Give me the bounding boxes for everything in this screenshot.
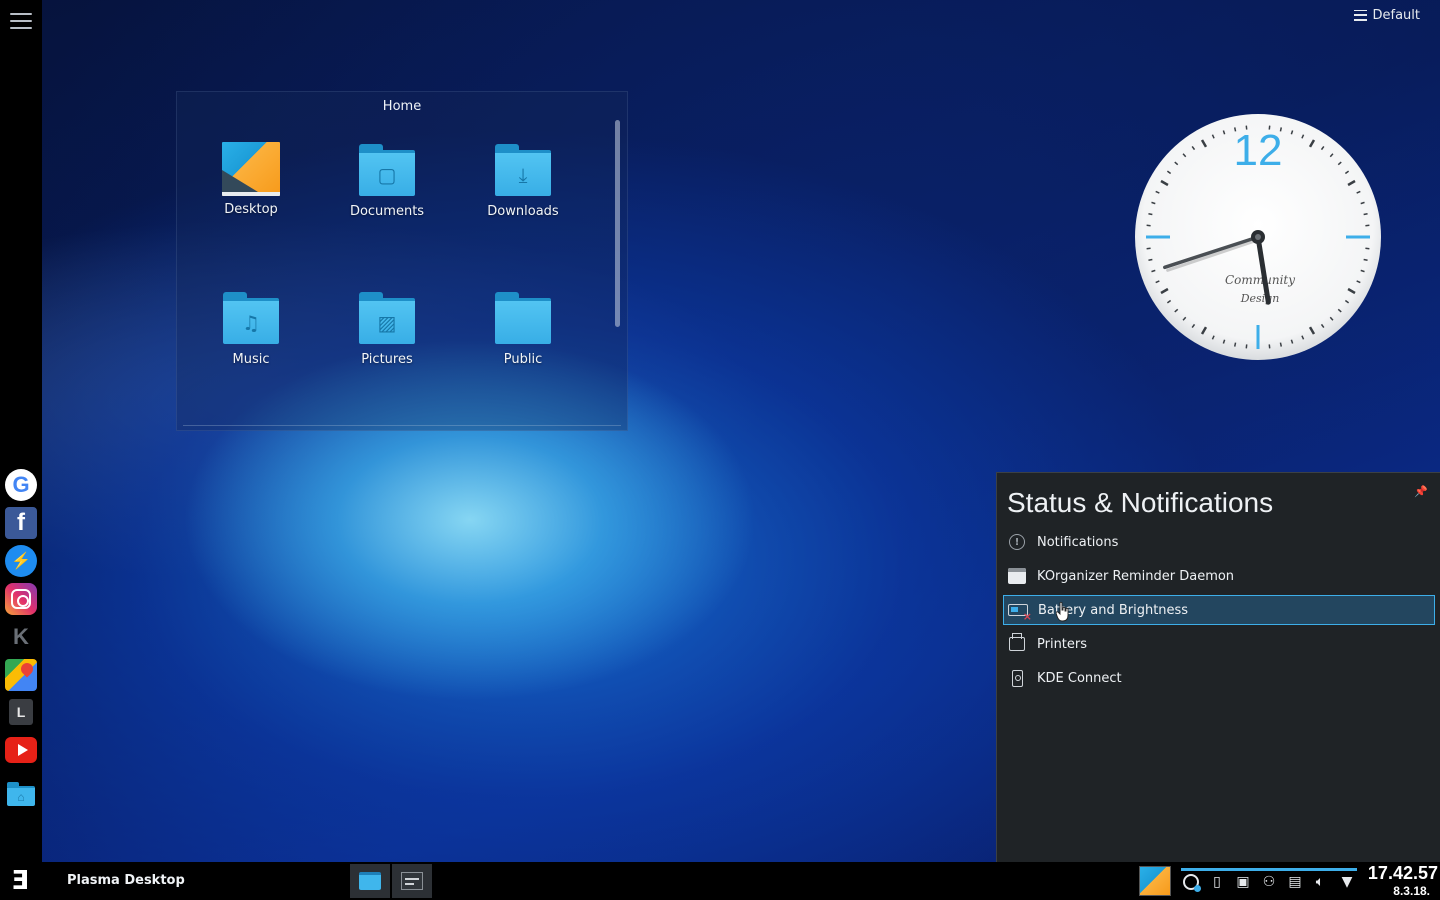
clipboard-icon[interactable]: ▤ [1286, 873, 1304, 891]
left-dock-panel: G f ⚡ K L ⌂ [0, 0, 42, 862]
kdeconnect-icon [1011, 669, 1023, 687]
folder-item-label: Pictures [361, 352, 413, 367]
bottom-panel: Ǝ Plasma Desktop ▯ ▣ ⚇ ▤ 🔈︎ ▼ 17.42.57 8… [0, 862, 1440, 900]
tray-active-indicator [1181, 868, 1357, 871]
window-title: Plasma Desktop [67, 873, 185, 888]
folder-view-title[interactable]: Home [177, 99, 627, 114]
home-folder-app-icon[interactable]: ⌂ [5, 777, 37, 809]
clock-twelve-numeral: 12 [1234, 126, 1283, 175]
status-item-label: Printers [1037, 636, 1088, 652]
volume-icon[interactable]: 🔈︎ [1311, 873, 1329, 891]
clock-tick [1279, 342, 1283, 347]
folder-item-label: Music [232, 352, 270, 367]
usb-icon[interactable]: ▯ [1208, 873, 1226, 891]
status-item-kdeconnect[interactable]: KDE Connect [1003, 663, 1435, 693]
task-dolphin-button[interactable] [350, 864, 390, 898]
digital-clock-time[interactable]: 17.42.57 [1368, 863, 1438, 884]
clock-tick [1148, 212, 1153, 216]
status-item-printers[interactable]: Printers [1003, 629, 1435, 659]
analog-clock-widget[interactable]: 12 Community Design [1134, 113, 1382, 361]
file-manager-icon [359, 872, 381, 890]
status-item-label: KOrganizer Reminder Daemon [1037, 568, 1235, 584]
system-settings-icon [401, 872, 423, 890]
status-item-label: Notifications [1037, 534, 1119, 550]
folder-item-pictures[interactable]: ▨ Pictures [327, 290, 447, 367]
clock-brand-line2: Design [1240, 292, 1280, 305]
folder-item-documents[interactable]: ▢ Documents [327, 142, 447, 219]
expand-tray-icon[interactable]: ▼ [1338, 873, 1356, 891]
messenger-app-icon[interactable]: ⚡ [5, 545, 37, 577]
folder-view-widget: Home Desktop ▢ Documents ⤓ Downloads ♫ M… [176, 91, 628, 431]
clock-tick [1363, 212, 1368, 216]
downloads-folder-icon: ⤓ [493, 142, 553, 198]
printer-icon [1009, 633, 1025, 651]
pictures-folder-icon: ▨ [357, 290, 417, 346]
folder-item-downloads[interactable]: ⤓ Downloads [463, 142, 583, 219]
desktop-toolbox-button[interactable]: Default [1348, 4, 1427, 26]
user-icon[interactable]: ⚇ [1260, 873, 1278, 891]
folder-item-public[interactable]: Public [463, 290, 583, 367]
youtube-app-icon[interactable] [5, 737, 37, 763]
digital-clock-date[interactable]: 8.3.18. [1393, 884, 1430, 898]
folder-view-scrollbar[interactable] [615, 120, 620, 327]
documents-folder-icon: ▢ [357, 142, 417, 198]
facebook-app-icon[interactable]: f [5, 507, 37, 539]
clock-brand-line1: Community [1225, 273, 1295, 287]
application-launcher-icon[interactable]: Ǝ [2, 864, 38, 898]
pin-icon[interactable]: 📌 [1414, 485, 1428, 498]
clock-tick [1363, 258, 1368, 262]
status-notifications-popup: Status & Notifications 📌 ! Notifications… [996, 472, 1440, 862]
menu-icon [1353, 9, 1367, 21]
google-maps-app-icon[interactable] [5, 659, 37, 691]
status-item-label: KDE Connect [1037, 670, 1122, 686]
folder-item-desktop[interactable]: Desktop [191, 142, 311, 217]
folder-view-divider [183, 425, 621, 426]
clock-tick [1148, 258, 1153, 262]
clock-tick [1233, 342, 1237, 347]
network-icon[interactable]: ▣ [1234, 873, 1252, 891]
google-app-icon[interactable]: G [5, 469, 37, 501]
folder-item-label: Downloads [487, 204, 559, 219]
music-folder-icon: ♫ [221, 290, 281, 346]
updates-icon[interactable] [1182, 873, 1201, 892]
task-settings-button[interactable] [392, 864, 432, 898]
status-item-korganizer[interactable]: KOrganizer Reminder Daemon [1003, 561, 1435, 591]
kde-app-icon[interactable]: K [5, 621, 37, 653]
folder-item-label: Documents [349, 204, 425, 219]
dock-menu-icon[interactable] [10, 10, 32, 32]
folder-item-label: Desktop [224, 202, 278, 217]
desktop-folder-icon [222, 142, 280, 196]
toolbox-label: Default [1372, 7, 1421, 23]
folder-item-music[interactable]: ♫ Music [191, 290, 311, 367]
virtual-desktop-pager[interactable] [1139, 866, 1171, 896]
status-item-notifications[interactable]: ! Notifications [1003, 527, 1435, 557]
notifications-icon: ! [1009, 534, 1025, 550]
korganizer-icon [1008, 568, 1026, 584]
folder-item-label: Public [503, 352, 543, 367]
mouse-pointer-icon [1056, 602, 1069, 622]
instagram-app-icon[interactable] [5, 583, 37, 615]
battery-icon [1008, 604, 1032, 623]
l-app-icon[interactable]: L [9, 699, 33, 725]
public-folder-icon [493, 290, 553, 346]
popup-title: Status & Notifications [1007, 487, 1274, 518]
